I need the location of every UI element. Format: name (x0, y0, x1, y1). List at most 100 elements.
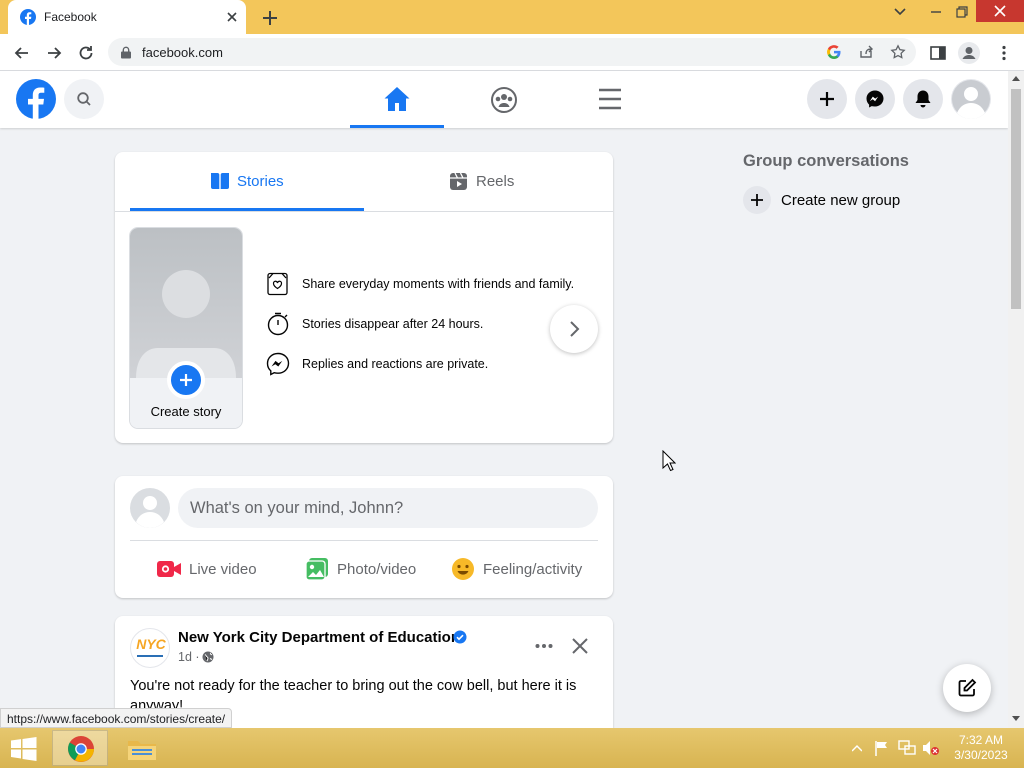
chevron-right-icon (570, 321, 580, 337)
photo-cards-icon (267, 272, 288, 296)
whats-on-your-mind-input[interactable]: What's on your mind, Johnn? (178, 488, 598, 528)
browser-tab[interactable]: Facebook (8, 0, 246, 34)
live-video-button[interactable]: Live video (145, 550, 285, 590)
scroll-up-icon[interactable] (1012, 75, 1020, 81)
story-info-text: Replies and reactions are private. (302, 357, 489, 371)
tab-title: Facebook (44, 10, 97, 24)
browser-toolbar: facebook.com (0, 34, 1024, 71)
new-tab-icon[interactable] (260, 8, 280, 28)
side-panel-icon[interactable] (928, 43, 948, 63)
clock-time: 7:32 AM (958, 733, 1004, 747)
person-icon (962, 47, 976, 59)
story-info-text: Share everyday moments with friends and … (302, 277, 575, 291)
volume-muted-icon[interactable] (922, 740, 940, 756)
composer-card: What's on your mind, Johnn? Live video P… (115, 476, 613, 598)
story-info-text: Stories disappear after 24 hours. (302, 317, 484, 331)
profile-avatar[interactable] (958, 42, 980, 64)
notifications-button[interactable] (903, 79, 943, 119)
stories-card: Stories Reels Create story Share everyda… (115, 152, 613, 443)
reels-icon (450, 172, 467, 190)
reload-icon[interactable] (76, 43, 96, 63)
next-stories-button[interactable] (550, 305, 598, 353)
create-button[interactable] (807, 79, 847, 119)
default-avatar-icon (952, 80, 990, 119)
google-icon[interactable] (826, 44, 842, 60)
book-icon (211, 173, 229, 189)
facebook-header (0, 71, 1008, 128)
nyc-logo-text: NYC (136, 636, 166, 652)
tab-reels-label: Reels (476, 173, 515, 190)
scroll-down-icon[interactable] (1012, 716, 1020, 722)
create-story-tile[interactable]: Create story (130, 228, 242, 428)
groups-icon[interactable] (490, 86, 518, 114)
messenger-outline-icon (266, 352, 290, 376)
link-status-bubble: https://www.facebook.com/stories/create/ (0, 708, 233, 728)
logo-stripe (137, 655, 163, 657)
action-center-flag-icon[interactable] (874, 740, 890, 756)
lock-icon (121, 46, 131, 59)
plus-icon (820, 92, 834, 106)
windows-logo-icon (11, 737, 37, 761)
nav-home-tab[interactable] (350, 71, 444, 128)
show-hidden-icons-icon[interactable] (852, 744, 862, 752)
user-avatar[interactable] (130, 488, 170, 528)
more-options-icon[interactable] (534, 636, 554, 656)
divider (130, 540, 598, 541)
tab-stories-label: Stories (237, 173, 284, 190)
post-author-avatar[interactable]: NYC (130, 628, 170, 668)
feeling-activity-button[interactable]: Feeling/activity (445, 550, 605, 590)
account-avatar[interactable] (951, 79, 991, 119)
new-message-button[interactable] (943, 664, 991, 712)
photo-video-button[interactable]: Photo/video (295, 550, 435, 590)
start-button[interactable] (0, 730, 56, 766)
verified-badge-icon (453, 630, 467, 644)
search-button[interactable] (64, 79, 104, 119)
window-close-button[interactable] (976, 0, 1024, 22)
file-explorer-button[interactable] (114, 730, 170, 766)
photo-video-label: Photo/video (337, 561, 417, 578)
globe-icon (202, 651, 214, 663)
story-avatar-placeholder (130, 228, 242, 378)
create-story-label: Create story (150, 404, 222, 419)
chrome-taskbar-button[interactable] (52, 730, 108, 766)
restore-icon[interactable] (952, 4, 972, 20)
clock-date: 3/30/2023 (954, 748, 1008, 762)
more-menu-icon[interactable] (994, 43, 1014, 63)
messenger-button[interactable] (855, 79, 895, 119)
close-tab-icon[interactable] (224, 9, 240, 25)
system-clock[interactable]: 7:32 AM 3/30/2023 (946, 733, 1016, 763)
address-bar[interactable]: facebook.com (108, 38, 916, 66)
minimize-icon[interactable] (926, 4, 946, 20)
page-scrollbar[interactable] (1008, 71, 1024, 728)
bookmark-star-icon[interactable] (890, 44, 906, 60)
tab-search-icon[interactable] (890, 4, 910, 20)
tab-stories[interactable]: Stories (130, 152, 364, 211)
tab-reels[interactable]: Reels (364, 152, 598, 211)
bell-icon (915, 90, 931, 108)
post-time[interactable]: 1d · (178, 650, 200, 664)
forward-icon[interactable] (44, 43, 64, 63)
menu-icon[interactable] (597, 87, 623, 111)
create-new-group-button[interactable]: Create new group (743, 186, 943, 218)
search-icon (77, 92, 91, 106)
facebook-favicon-icon (20, 9, 36, 25)
plus-icon (751, 194, 763, 206)
scrollbar-thumb[interactable] (1011, 89, 1021, 309)
back-icon[interactable] (12, 43, 32, 63)
post-author-name[interactable]: New York City Department of Education (178, 629, 460, 646)
facebook-logo-icon[interactable] (16, 79, 56, 119)
status-url: https://www.facebook.com/stories/create/ (7, 712, 226, 726)
messenger-icon (866, 90, 884, 108)
live-video-label: Live video (189, 561, 257, 578)
live-video-icon (157, 561, 181, 577)
share-icon[interactable] (858, 44, 874, 60)
add-story-button[interactable] (167, 361, 205, 399)
composer-placeholder: What's on your mind, Johnn? (190, 499, 404, 517)
windows-taskbar: 7:32 AM 3/30/2023 (0, 728, 1024, 768)
plus-icon (180, 374, 192, 386)
mouse-cursor-icon (662, 450, 676, 472)
home-icon (384, 87, 410, 111)
active-tab-indicator (350, 125, 444, 128)
close-post-icon[interactable] (570, 636, 590, 656)
network-icon[interactable] (898, 740, 916, 756)
